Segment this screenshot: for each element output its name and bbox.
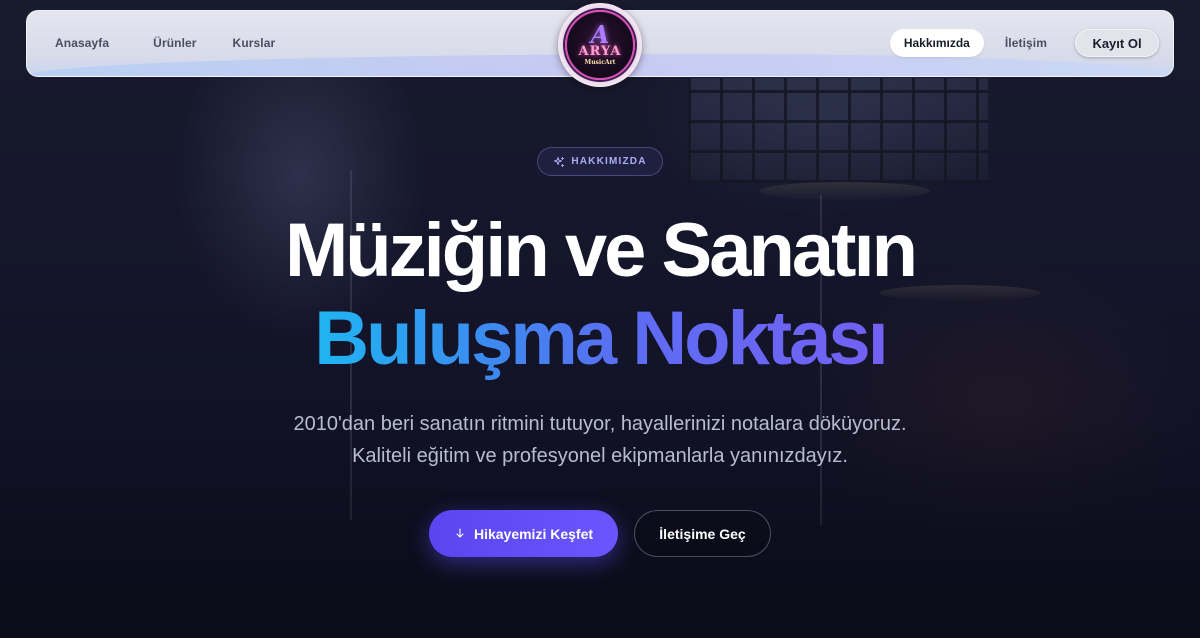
discover-story-button[interactable]: Hikayemizi Keşfet <box>429 510 618 557</box>
logo-emblem: A ARYA MusicArt <box>565 10 635 80</box>
contact-us-label: İletişime Geç <box>659 525 746 542</box>
brand-logo[interactable]: A ARYA MusicArt <box>558 3 642 87</box>
hero-title-gradient-text: Buluşma Noktası <box>314 296 889 381</box>
nav-link-contact[interactable]: İletişim <box>1005 36 1047 50</box>
nav-link-courses[interactable]: Kurslar <box>233 36 276 50</box>
hero-subtitle-line-1: 2010'dan beri sanatın ritmini tutuyor, h… <box>293 413 907 435</box>
nav-right-group: Hakkımızda İletişim Kayıt Ol <box>889 29 1159 57</box>
nav-link-products[interactable]: Ürünler <box>153 36 196 50</box>
discover-story-label: Hikayemizi Keşfet <box>473 525 594 542</box>
sparkles-icon <box>553 156 565 168</box>
hero-title-line-2: Buluşma Noktası <box>0 294 1200 384</box>
contact-us-button[interactable]: İletişime Geç <box>634 510 771 557</box>
hero-subtitle-line-2: Kaliteli eğitim ve profesyonel ekipmanla… <box>352 445 848 467</box>
badge-label: HAKKIMIZDA <box>571 156 647 167</box>
section-badge: HAKKIMIZDA <box>537 147 663 176</box>
logo-subtitle: MusicArt <box>584 59 616 66</box>
register-button[interactable]: Kayıt Ol <box>1075 29 1159 57</box>
arrow-down-icon <box>454 526 466 542</box>
logo-letter: A <box>590 20 610 49</box>
background-cymbal <box>760 182 930 200</box>
hero-title-line-1: Müziğin ve Sanatın <box>284 208 918 293</box>
nav-link-home[interactable]: Anasayfa <box>55 36 109 50</box>
nav-left-group: Anasayfa Ürünler Kurslar <box>55 36 275 50</box>
background-window <box>688 78 988 183</box>
hero-subtitle: 2010'dan beri sanatın ritmini tutuyor, h… <box>0 408 1200 472</box>
logo-wordmark: ARYA <box>578 44 622 59</box>
nav-link-about-active[interactable]: Hakkımızda <box>889 29 984 57</box>
